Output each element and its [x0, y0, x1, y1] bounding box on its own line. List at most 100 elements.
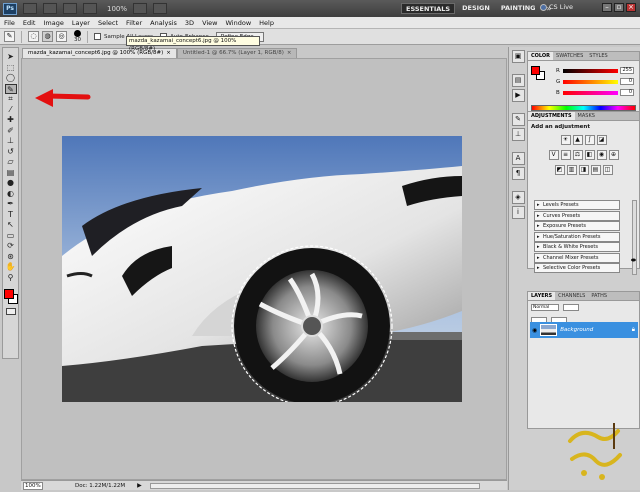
restore-button[interactable]: ▫ — [614, 3, 624, 12]
gradient-map-icon[interactable]: ▤ — [590, 165, 601, 175]
quick-selection-tool-icon[interactable]: ✎ — [4, 83, 17, 94]
panel-foreground-swatch[interactable] — [531, 66, 540, 75]
minimize-button[interactable]: – — [602, 3, 612, 12]
layer-row-background[interactable]: ◉ Background 🔒︎ — [530, 322, 638, 338]
tool-preset-picker-icon[interactable]: ✎ — [4, 31, 15, 42]
vibrance-icon[interactable]: V — [548, 150, 559, 160]
sample-all-layers-checkbox[interactable] — [94, 33, 101, 40]
clone-stamp-tool-icon[interactable]: ⊥ — [5, 136, 17, 147]
launch-bridge-button[interactable] — [23, 3, 37, 14]
tab-styles[interactable]: STYLES — [586, 52, 610, 60]
brush-tool-icon[interactable]: ✐ — [5, 126, 17, 137]
blue-slider[interactable] — [563, 90, 618, 95]
threshold-icon[interactable]: ◨ — [578, 165, 589, 175]
eraser-tool-icon[interactable]: ▱ — [5, 157, 17, 168]
green-value[interactable]: 0 — [620, 78, 634, 85]
tab-adjustments[interactable]: ADJUSTMENTS — [528, 112, 575, 120]
black-white-icon[interactable]: ◧ — [584, 150, 595, 160]
menu-file[interactable]: File — [0, 19, 19, 27]
view-extras-button[interactable] — [63, 3, 77, 14]
path-selection-tool-icon[interactable]: ↖ — [5, 220, 17, 231]
posterize-icon[interactable]: ▥ — [566, 165, 577, 175]
red-value[interactable]: 255 — [620, 67, 634, 74]
color-balance-icon[interactable]: ⚖ — [572, 150, 583, 160]
menu-window[interactable]: Window — [222, 19, 256, 27]
tab-untitled-1[interactable]: Untitled-1 @ 66.7% (Layer 1, RGB/8) × — [176, 48, 298, 58]
levels-presets[interactable]: Levels Presets — [534, 200, 620, 210]
menu-image[interactable]: Image — [39, 19, 67, 27]
menu-3d[interactable]: 3D — [181, 19, 198, 27]
color-swatches[interactable] — [3, 289, 18, 305]
hand-tool-button[interactable] — [83, 3, 97, 14]
menu-filter[interactable]: Filter — [122, 19, 146, 27]
cs-live-button[interactable]: CS Live — [540, 3, 573, 11]
tab-swatches[interactable]: SWATCHES — [553, 52, 586, 60]
levels-icon[interactable]: ▲ — [572, 135, 583, 145]
clone-source-icon[interactable]: ⊥ — [511, 128, 525, 141]
close-button[interactable]: × — [626, 3, 636, 12]
brush-picker[interactable]: 30 — [74, 30, 81, 43]
workspace-painting[interactable]: PAINTING — [497, 3, 540, 14]
hand-tool-icon[interactable]: ✋ — [5, 262, 17, 273]
document-size[interactable]: Doc: 1.22M/1.22M — [75, 483, 125, 489]
lasso-tool-icon[interactable]: ◯ — [5, 73, 17, 84]
tab-paths[interactable]: PATHS — [588, 292, 610, 300]
visibility-eye-icon[interactable]: ◉ — [532, 327, 537, 334]
close-tab-icon[interactable]: × — [287, 50, 292, 56]
eyedropper-tool-icon[interactable]: ⁄ — [5, 105, 17, 116]
brightness-contrast-icon[interactable]: ☀ — [560, 135, 571, 145]
3d-orbit-tool-icon[interactable]: ⊛ — [5, 252, 17, 263]
selective-color-icon[interactable]: ◫ — [602, 165, 613, 175]
hue-saturation-presets[interactable]: Hue/Saturation Presets — [534, 231, 620, 242]
launch-minibridge-button[interactable] — [43, 3, 57, 14]
menu-view[interactable]: View — [198, 19, 221, 27]
shape-tool-icon[interactable]: ▭ — [5, 231, 17, 242]
arrange-documents-button[interactable] — [133, 3, 148, 14]
blue-value[interactable]: 0 — [620, 89, 634, 96]
brush-presets-icon[interactable]: ✎ — [511, 113, 525, 126]
invert-icon[interactable]: ◩ — [554, 165, 565, 175]
add-to-selection-icon[interactable]: ◍ — [42, 31, 53, 42]
status-menu-icon[interactable]: ▶ — [137, 482, 142, 489]
selective-color-presets[interactable]: Selective Color Presets — [534, 263, 620, 273]
blend-mode-select[interactable]: Normal — [531, 304, 559, 311]
hue-saturation-icon[interactable]: ≡ — [560, 150, 571, 160]
menu-select[interactable]: Select — [94, 19, 122, 27]
channel-mixer-icon[interactable]: ⊕ — [608, 150, 619, 160]
3d-panel-icon[interactable]: ◈ — [511, 191, 525, 204]
car-photo[interactable] — [62, 136, 462, 402]
menu-analysis[interactable]: Analysis — [146, 19, 181, 27]
gradient-tool-icon[interactable]: ▤ — [5, 168, 17, 179]
info-icon[interactable]: i — [511, 206, 525, 219]
tab-masks[interactable]: MASKS — [575, 112, 598, 120]
workspace-essentials[interactable]: ESSENTIALS — [401, 3, 456, 14]
opacity-field[interactable] — [563, 304, 579, 311]
clip-to-layer-icon[interactable]: ⬬ — [631, 257, 636, 265]
crop-tool-icon[interactable]: ⌗ — [5, 94, 17, 105]
mini-bridge-icon[interactable]: ▣ — [511, 50, 525, 63]
foreground-color-swatch[interactable] — [3, 289, 14, 299]
canvas-area[interactable] — [21, 58, 507, 480]
exposure-presets[interactable]: Exposure Presets — [534, 221, 620, 231]
move-tool-icon[interactable]: ➤ — [5, 52, 17, 63]
blur-tool-icon[interactable]: ● — [5, 178, 17, 189]
pen-tool-icon[interactable]: ✒ — [5, 199, 17, 210]
black-white-presets[interactable]: Black & White Presets — [534, 242, 620, 252]
tab-channels[interactable]: CHANNELS — [555, 292, 588, 300]
type-tool-icon[interactable]: T — [5, 210, 17, 221]
channel-mixer-presets[interactable]: Channel Mixer Presets — [534, 252, 620, 263]
paragraph-icon[interactable]: ¶ — [511, 167, 525, 180]
exposure-icon[interactable]: ◪ — [596, 135, 607, 145]
history-icon[interactable]: ▤ — [511, 74, 525, 87]
curves-icon[interactable]: ∫ — [584, 135, 595, 145]
curves-presets[interactable]: Curves Presets — [534, 210, 620, 221]
horizontal-scrollbar[interactable] — [149, 482, 480, 489]
layer-name[interactable]: Background — [560, 327, 629, 333]
menu-layer[interactable]: Layer — [68, 19, 94, 27]
menu-edit[interactable]: Edit — [19, 19, 40, 27]
red-slider[interactable] — [563, 68, 618, 73]
new-selection-icon[interactable]: ◌ — [28, 31, 39, 42]
actions-icon[interactable]: ▶ — [511, 89, 525, 102]
subtract-from-selection-icon[interactable]: ◎ — [56, 31, 67, 42]
marquee-tool-icon[interactable]: ⬚ — [5, 63, 17, 74]
